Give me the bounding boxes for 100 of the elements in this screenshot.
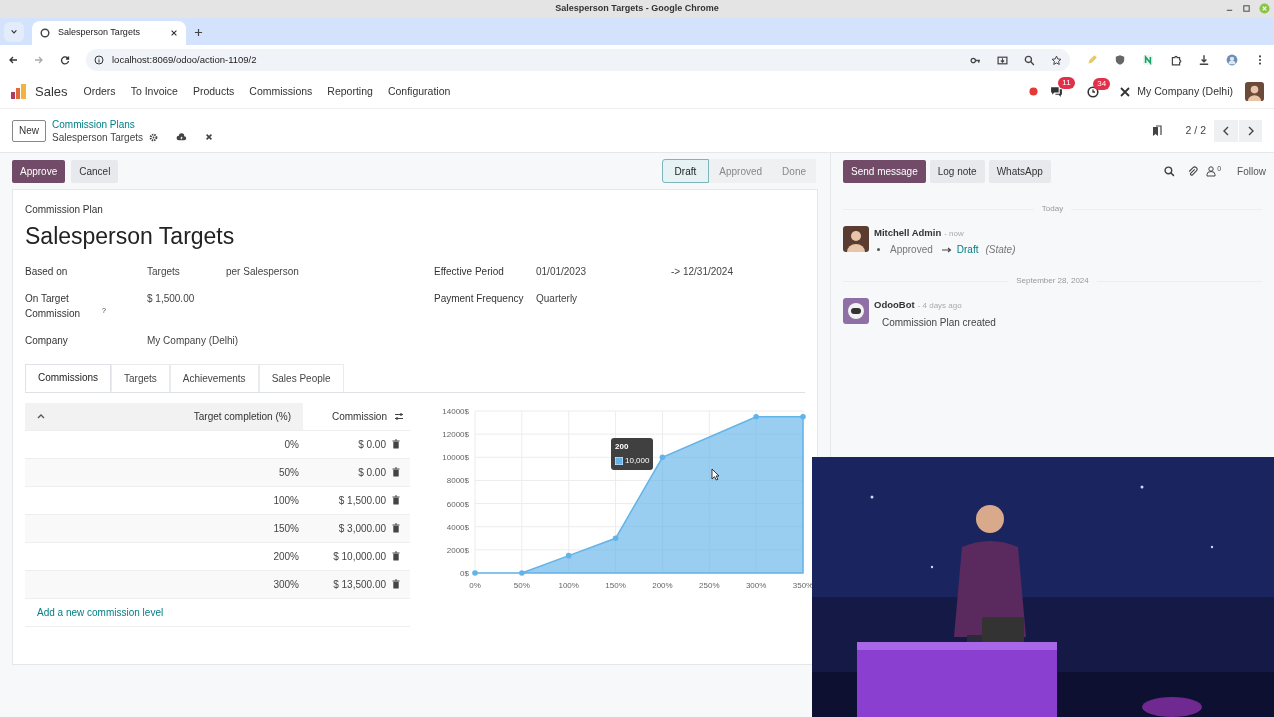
axis-tick-label: 200% bbox=[652, 580, 673, 590]
axis-tick-label: 6000$ bbox=[446, 499, 469, 509]
table-cell-text: 100% bbox=[272, 493, 300, 508]
date-separator: Today bbox=[1041, 203, 1064, 215]
field-label: On Target Commission bbox=[25, 291, 81, 321]
company-switcher[interactable]: My Company (Delhi) bbox=[1137, 83, 1233, 100]
menu-item[interactable]: Products bbox=[192, 83, 235, 100]
axis-tick-label: 8000$ bbox=[446, 475, 469, 485]
notification-badge: 34 bbox=[1093, 77, 1111, 90]
clock-icon[interactable] bbox=[1087, 85, 1100, 98]
action-button[interactable]: Approve bbox=[12, 159, 66, 183]
axis-tick-label: 250% bbox=[699, 580, 720, 590]
record-dot-icon bbox=[1029, 87, 1039, 96]
menu-item[interactable]: Orders bbox=[83, 83, 116, 100]
new-value: Draft bbox=[956, 243, 979, 258]
discard-icon[interactable] bbox=[205, 133, 213, 141]
notebook-tab[interactable]: Achievements bbox=[169, 363, 259, 392]
previous-button[interactable] bbox=[1214, 119, 1238, 142]
trash-icon[interactable] bbox=[392, 467, 400, 477]
shield-icon[interactable] bbox=[1114, 54, 1126, 66]
back-icon[interactable] bbox=[8, 55, 18, 65]
field-name: (State) bbox=[985, 243, 1016, 258]
trash-icon[interactable] bbox=[392, 551, 400, 561]
search-icon[interactable] bbox=[1164, 165, 1176, 177]
notification-badge: 11 bbox=[1058, 77, 1075, 89]
new-button[interactable]: New bbox=[12, 119, 46, 142]
field-value: My Company (Delhi) bbox=[147, 333, 239, 348]
table-cell-text: $ 1,500.00 bbox=[338, 493, 386, 508]
info-icon bbox=[94, 55, 104, 65]
menu-item[interactable]: Commissions bbox=[249, 83, 313, 100]
table-cell-text: $ 0.00 bbox=[358, 437, 386, 452]
star-icon[interactable] bbox=[1051, 54, 1062, 66]
followers-icon[interactable] bbox=[1206, 165, 1217, 177]
action-button[interactable]: Cancel bbox=[71, 159, 119, 183]
new-tab-icon[interactable] bbox=[194, 28, 203, 37]
axis-tick-label: 10000$ bbox=[442, 452, 469, 462]
close-icon[interactable] bbox=[170, 29, 178, 37]
chatter-button[interactable]: Log note bbox=[929, 159, 985, 183]
field-value: Targets bbox=[147, 264, 181, 279]
column-settings-icon[interactable] bbox=[394, 411, 404, 421]
notebook-tab[interactable]: Commissions bbox=[25, 363, 111, 392]
follow-button[interactable]: Follow bbox=[1237, 163, 1266, 179]
address-bar[interactable]: localhost:8069/odoo/action-1109/2 bbox=[86, 49, 1070, 71]
axis-tick-label: 150% bbox=[605, 580, 626, 590]
extension-n-icon[interactable] bbox=[1142, 54, 1154, 66]
menu-item[interactable]: Configuration bbox=[387, 83, 451, 100]
sales-app-icon[interactable] bbox=[10, 83, 27, 100]
message-author[interactable]: Mitchell Admin bbox=[874, 226, 942, 241]
table-cell-text: $ 3,000.00 bbox=[338, 521, 386, 536]
profile-avatar-icon[interactable] bbox=[1226, 54, 1238, 66]
table-cell-text: $ 10,000.00 bbox=[333, 549, 386, 564]
install-icon[interactable] bbox=[997, 54, 1008, 66]
axis-tick-label: 14000$ bbox=[442, 406, 469, 416]
gear-icon[interactable] bbox=[149, 132, 158, 142]
breadcrumb-link[interactable]: Commission Plans bbox=[52, 117, 213, 131]
chat-icon[interactable] bbox=[1050, 85, 1064, 98]
reload-icon[interactable] bbox=[60, 55, 70, 65]
paperclip-icon[interactable] bbox=[1187, 165, 1199, 177]
trash-icon[interactable] bbox=[392, 579, 400, 589]
message-body: Commission Plan created bbox=[881, 315, 996, 330]
cursor-icon bbox=[711, 467, 720, 481]
axis-tick-label: 300% bbox=[745, 580, 767, 590]
menu-item[interactable]: Reporting bbox=[327, 83, 373, 100]
menu-item[interactable]: To Invoice bbox=[130, 83, 178, 100]
chatter-button[interactable]: Send message bbox=[843, 159, 926, 183]
maximize-icon[interactable] bbox=[1242, 4, 1251, 13]
table-cell-text: 300% bbox=[272, 577, 300, 592]
trash-icon[interactable] bbox=[392, 495, 400, 505]
table-cell-text: $ 13,500.00 bbox=[333, 577, 386, 592]
tooltip-title: 200 bbox=[615, 440, 630, 453]
chatter-button[interactable]: WhatsApp bbox=[988, 159, 1051, 183]
collapse-icon[interactable] bbox=[37, 413, 45, 419]
add-line-link[interactable]: Add a new commission level bbox=[37, 604, 164, 620]
legend-swatch-icon bbox=[615, 456, 623, 465]
bookmark-icon[interactable] bbox=[1151, 124, 1162, 137]
status-stage[interactable]: Draft bbox=[661, 159, 710, 183]
tooltip-value: 10,000 bbox=[625, 454, 650, 467]
trash-icon[interactable] bbox=[392, 523, 400, 533]
download-icon[interactable] bbox=[1198, 54, 1210, 66]
axis-tick-label: 100% bbox=[558, 580, 579, 590]
app-name[interactable]: Sales bbox=[35, 81, 68, 102]
next-button[interactable] bbox=[1238, 119, 1262, 142]
zoom-icon[interactable] bbox=[1024, 54, 1035, 66]
field-label: Payment Frequency bbox=[434, 292, 524, 304]
browser-tab[interactable]: Salesperson Targets bbox=[32, 21, 186, 45]
axis-tick-label: 2000$ bbox=[446, 545, 469, 555]
notebook-tab[interactable]: Sales People bbox=[258, 363, 344, 392]
message-author[interactable]: OdooBot bbox=[874, 298, 915, 313]
table-cell-text: 150% bbox=[272, 521, 300, 536]
trash-icon[interactable] bbox=[392, 439, 400, 449]
message-time: - now bbox=[944, 228, 964, 240]
table-cell-text: 50% bbox=[278, 465, 300, 480]
chevron-left-icon bbox=[1222, 125, 1230, 136]
puzzle-icon[interactable] bbox=[1170, 54, 1182, 66]
notebook-tab[interactable]: Targets bbox=[111, 363, 170, 392]
column-header[interactable]: Commission bbox=[332, 408, 387, 424]
field-value: 01/01/2023 bbox=[536, 264, 588, 279]
user-avatar-icon[interactable] bbox=[1245, 82, 1264, 101]
cloud-upload-icon[interactable] bbox=[176, 132, 187, 142]
axis-tick-label: 4000$ bbox=[446, 522, 469, 532]
